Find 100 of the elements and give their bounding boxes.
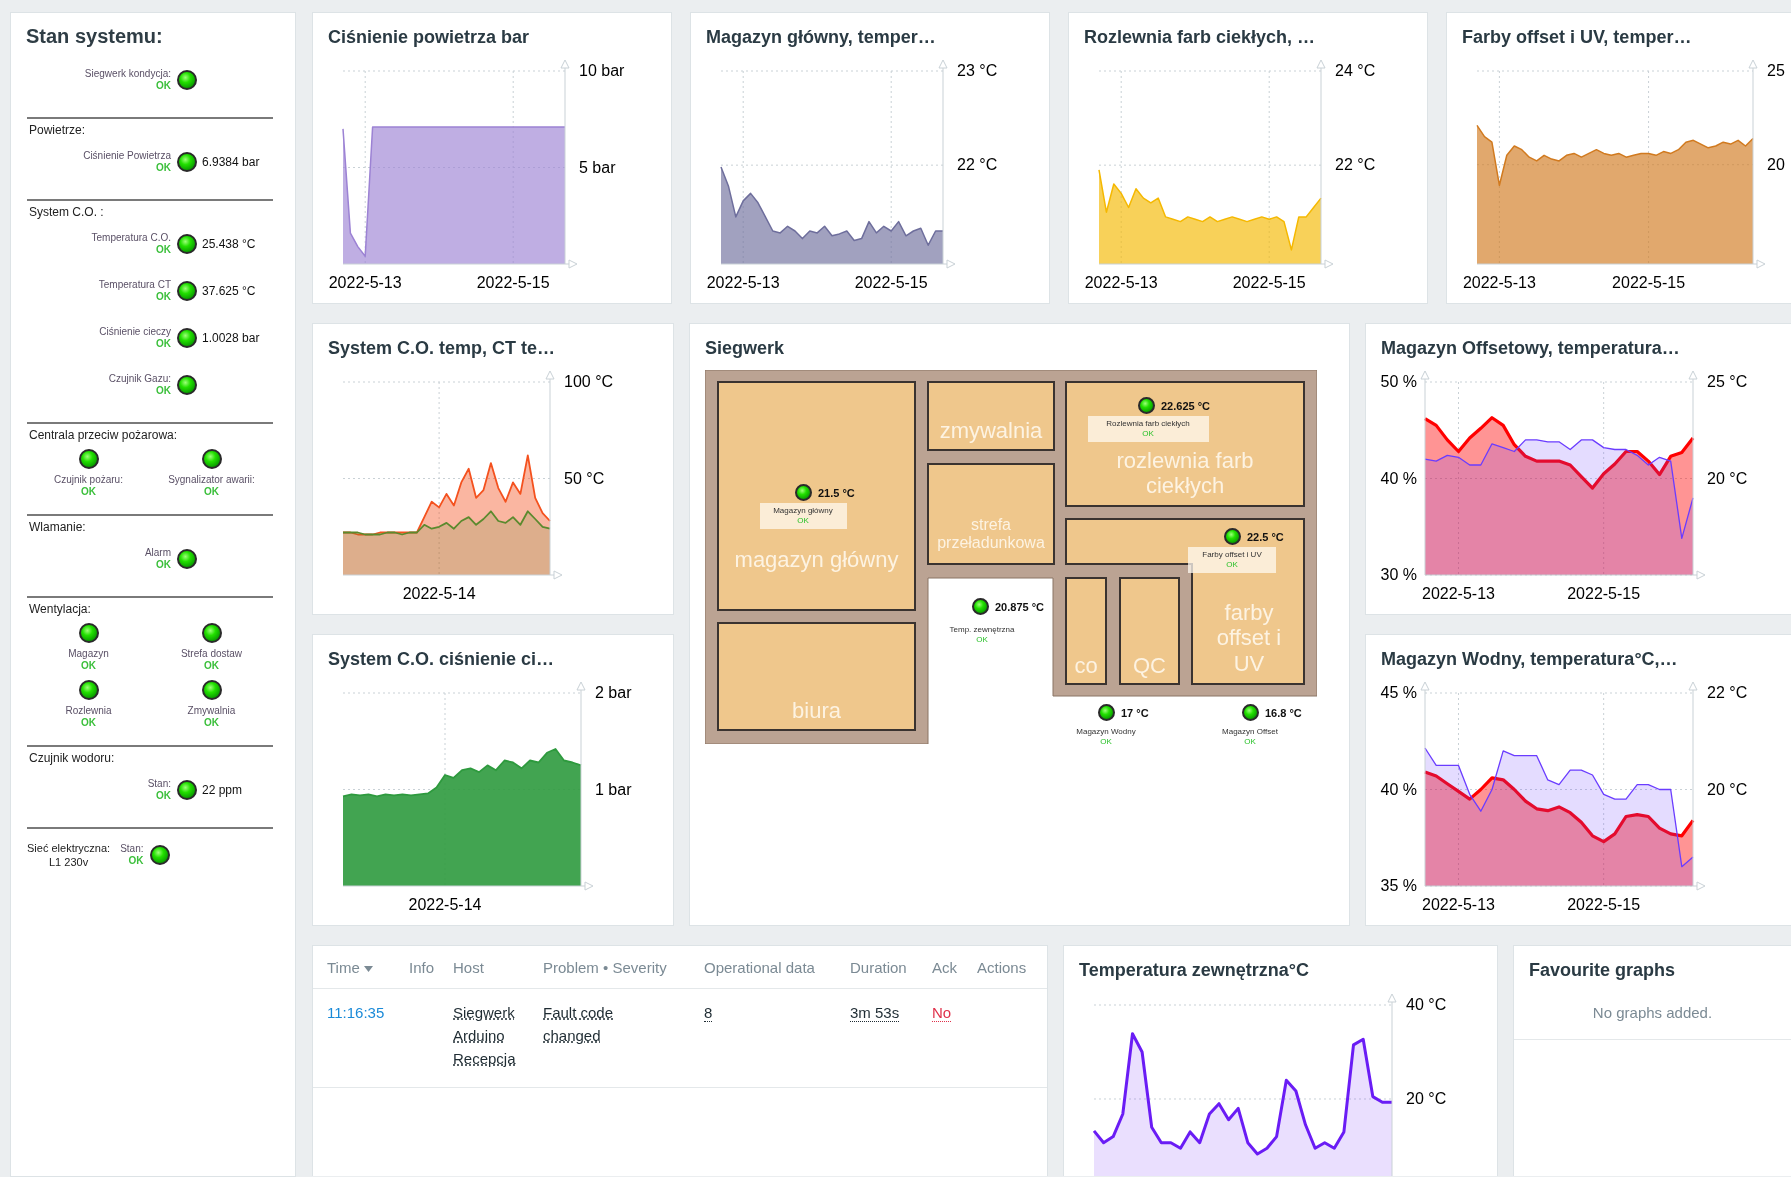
column-header[interactable]: Operational data <box>704 946 850 989</box>
widget-title: Magazyn Offsetowy, temperatura… <box>1380 337 1681 360</box>
room-label: magazyn główny <box>733 546 900 575</box>
sensor-label: Alarm <box>144 546 171 559</box>
tick-label: 2022-5-15 <box>476 274 550 291</box>
status-light <box>177 233 197 254</box>
room-label: zmywalnia <box>938 417 1044 446</box>
status-text: OK <box>81 717 96 729</box>
sensor-value: 21.5 °C <box>818 486 855 499</box>
status-text: OK <box>1100 737 1112 747</box>
column-header[interactable]: Ack <box>932 946 977 989</box>
sensor-value: 17 °C <box>1121 706 1149 719</box>
operational-data-link[interactable]: 8 <box>704 1004 713 1022</box>
sensor-label: Czujnik Gazu: <box>108 372 171 385</box>
widget-title: Ciśnienie powietrza bar <box>327 26 531 49</box>
tick-label: 50 % <box>1380 373 1417 390</box>
sensor-label: Ciśnienie Powietrza <box>83 149 171 162</box>
sensor-label: Temp. zewnętrzna <box>949 625 1015 635</box>
sensor-label: Rozlewnia farb ciekłych <box>1106 419 1190 429</box>
tick-label: 2022-5-13 <box>328 274 402 291</box>
tick-label: 2022-5-13 <box>1462 274 1536 291</box>
ack-link[interactable]: No <box>932 1004 952 1022</box>
column-header[interactable]: Duration <box>850 946 932 989</box>
panel-title: Stan systemu: <box>25 25 164 48</box>
tick-label: 2022-5-15 <box>1567 896 1641 913</box>
tick-label: 2 bar <box>595 684 632 701</box>
sensor-value: 22.5 °C <box>1247 530 1284 543</box>
room-label: strefa przeładunkowa <box>936 514 1046 553</box>
time-link[interactable]: 11:16:35 <box>327 1004 385 1021</box>
sensor-label: Czujnik pożaru: <box>54 474 123 486</box>
sort-caret-icon <box>363 965 373 972</box>
tick-label: 24 °C <box>1335 62 1376 79</box>
sensor-value: 20.875 °C <box>995 600 1045 613</box>
duration-link[interactable]: 3m 53s <box>850 1004 900 1022</box>
status-text: OK <box>156 290 171 303</box>
status-text: OK <box>81 660 96 672</box>
section-heading: Powietrze: <box>28 122 87 138</box>
tick-label: 22 °C <box>1707 684 1748 701</box>
status-text: OK <box>156 558 171 571</box>
room-label: farby offset i UV <box>1215 599 1283 678</box>
column-header[interactable]: Time <box>313 946 409 989</box>
status-text: OK <box>156 789 171 802</box>
tick-label: 20 °C <box>1707 780 1748 798</box>
sensor-label: Sygnalizator awarii: <box>168 474 255 486</box>
column-header[interactable]: Problem • Severity <box>543 946 704 989</box>
status-text: OK <box>1244 737 1256 747</box>
sensor-label: Magazyn Offset <box>1222 727 1278 737</box>
status-light <box>78 449 99 469</box>
widget-title: Rozlewnia farb ciekłych, … <box>1083 26 1317 49</box>
status-text: OK <box>156 243 171 256</box>
section-heading: Centrala przeciw pożarowa: <box>28 427 179 443</box>
tick-label: 50 °C <box>564 469 605 487</box>
sensor-label: Magazyn Wodny <box>1076 727 1136 737</box>
status-text: OK <box>156 337 171 350</box>
tick-label: 2022-5-15 <box>854 274 928 291</box>
problem-link[interactable]: Fault code changed <box>543 1001 633 1047</box>
host-link[interactable]: Siegwerk Arduino Recepcja <box>453 1001 523 1070</box>
status-text: OK <box>156 161 171 174</box>
sensor-value: 6.9384 bar <box>202 154 260 169</box>
sensor-label: Temperatura CT <box>98 278 171 291</box>
sensor-label: Stan: <box>147 777 171 790</box>
section-heading: Sieć elektryczna: <box>27 841 111 855</box>
sensor-value: 25.438 °C <box>202 236 256 251</box>
status-text: OK <box>204 717 219 729</box>
status-light <box>1242 704 1259 721</box>
status-light <box>201 680 222 700</box>
status-text: OK <box>204 486 219 498</box>
tick-label: 2022-5-15 <box>1612 274 1686 291</box>
status-text: OK <box>797 516 809 526</box>
status-text: OK <box>128 855 144 867</box>
tick-label: 2022-5-13 <box>706 274 780 291</box>
section-subheading: L1 230v <box>49 855 89 869</box>
tick-label: 40 % <box>1380 469 1417 487</box>
sensor-label: Magazyn <box>68 648 109 660</box>
status-text: OK <box>204 660 219 672</box>
sensor-label: Strefa dostaw <box>180 648 243 660</box>
sensor-label: Zmywalnia <box>187 705 236 717</box>
tick-label: 20 °C <box>1707 469 1748 487</box>
sensor-value: 22 ppm <box>202 782 243 797</box>
sensor-label: Ciśnienie cieczy <box>99 325 171 338</box>
column-header[interactable]: Info <box>409 946 453 989</box>
sensor-label: Magazyn główny <box>773 506 833 516</box>
status-light <box>149 845 170 865</box>
status-text: OK <box>1142 429 1154 439</box>
column-header[interactable]: Host <box>453 946 543 989</box>
column-header[interactable]: Actions <box>977 946 1047 989</box>
sensor-value: 16.8 °C <box>1265 706 1302 719</box>
tick-label: 20 °C <box>1406 1090 1447 1107</box>
status-light <box>177 374 197 395</box>
section-heading: System C.O. : <box>28 204 105 220</box>
tick-label: 2022-5-13 <box>1422 585 1495 602</box>
widget-title: Farby offset i UV, temper… <box>1461 26 1693 49</box>
sensor-label: Stan: <box>120 843 144 855</box>
widget-title: System C.O. temp, CT te… <box>327 337 557 360</box>
widget-title: Temperatura zewnętrzna°C <box>1078 959 1310 982</box>
status-light <box>177 779 197 800</box>
sensor-value: 1.0028 bar <box>202 330 260 345</box>
room-label: biura <box>791 697 842 726</box>
room-label: co <box>1073 652 1099 680</box>
sensor-value: 22.625 °C <box>1161 399 1211 412</box>
